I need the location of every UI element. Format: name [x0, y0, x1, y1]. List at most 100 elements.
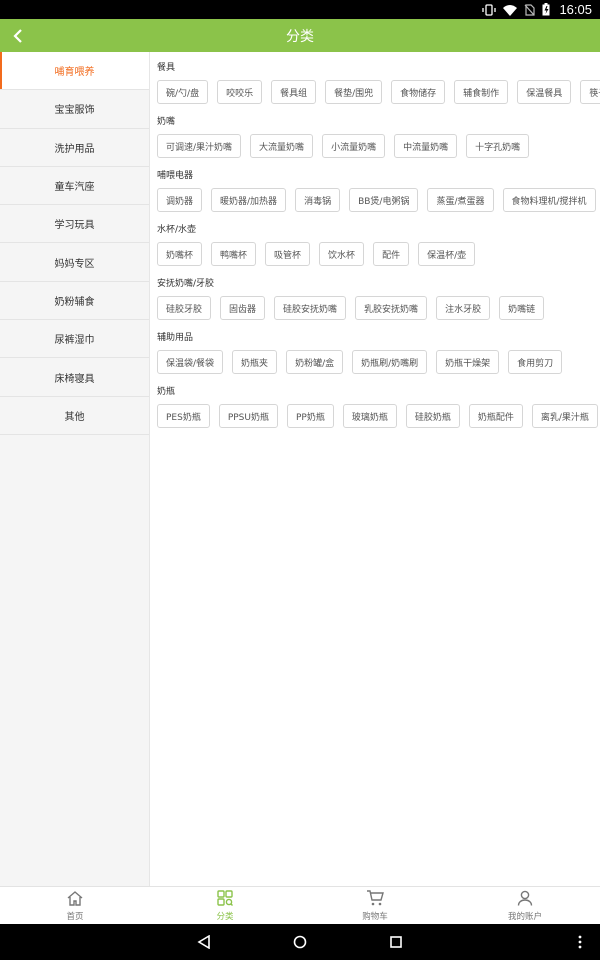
subcategory-chip[interactable]: 奶嘴杯	[157, 242, 203, 266]
subcategory-chip[interactable]: 奶瓶夹	[232, 350, 278, 374]
vibrate-icon	[482, 3, 497, 16]
subcategory-chip[interactable]: PPSU奶瓶	[218, 404, 278, 428]
subcategory-chip[interactable]: 保温杯/壶	[418, 242, 476, 266]
subcategory-chip[interactable]: 保温餐具	[517, 80, 572, 104]
nav-label: 我的账户	[507, 911, 542, 922]
circle-home-icon	[293, 935, 307, 949]
recents-nav-button[interactable]	[384, 924, 408, 960]
subcategory-chip[interactable]: 小流量奶嘴	[322, 134, 386, 158]
subcategory-chip[interactable]: 硅胶奶瓶	[405, 404, 460, 428]
group-title: 奶瓶	[157, 387, 176, 397]
subcategory-chip[interactable]: 筷子	[580, 80, 600, 104]
group-title: 哺喂电器	[157, 171, 194, 181]
chip-row: PES奶瓶 PPSU奶瓶 PP奶瓶 玻璃奶瓶 硅胶奶瓶 奶瓶配件 离乳/果汁瓶	[157, 404, 600, 428]
nav-item-account[interactable]: 我的账户	[450, 887, 600, 924]
battery-icon	[542, 3, 550, 16]
square-recents-icon	[390, 936, 402, 948]
subcategory-chip[interactable]: 蒸蛋/煮蛋器	[427, 188, 494, 212]
nav-item-cart[interactable]: 购物车	[300, 887, 450, 924]
subcategory-chip[interactable]: 配件	[373, 242, 410, 266]
subcategory-chip[interactable]: 咬咬乐	[217, 80, 263, 104]
subcategory-chip[interactable]: PP奶瓶	[286, 404, 334, 428]
system-navigation-bar	[0, 924, 600, 960]
triangle-back-icon	[197, 935, 210, 949]
subcategory-chip[interactable]: 离乳/果汁瓶	[531, 404, 598, 428]
subcategory-chip[interactable]: 大流量奶嘴	[250, 134, 314, 158]
status-time: 16:05	[559, 2, 592, 17]
sidebar-item[interactable]: 洗护用品	[0, 129, 149, 167]
account-icon	[517, 890, 533, 910]
home-icon	[66, 890, 84, 910]
subcategory-chip[interactable]: 辅食制作	[454, 80, 509, 104]
app-bar: 分类	[0, 19, 600, 52]
category-icon	[217, 889, 233, 910]
subcategory-chip[interactable]: 硅胶安抚奶嘴	[274, 296, 347, 320]
nav-label: 购物车	[362, 911, 388, 922]
subcategory-chip[interactable]: 调奶器	[157, 188, 203, 212]
page-title: 分类	[286, 28, 314, 45]
overflow-menu-button[interactable]	[570, 924, 590, 960]
subcategory-chip[interactable]: 硅胶牙胶	[157, 296, 212, 320]
chip-row: 可调速/果汁奶嘴 大流量奶嘴 小流量奶嘴 中流量奶嘴 十字孔奶嘴	[157, 134, 600, 158]
sidebar-item[interactable]: 宝宝服饰	[0, 90, 149, 129]
chip-row: 保温袋/餐袋 奶瓶夹 奶粉罐/盒 奶瓶刷/奶嘴刷 奶瓶干燥架 食用剪刀	[157, 350, 600, 374]
subcategory-chip[interactable]: 乳胶安抚奶嘴	[355, 296, 428, 320]
subcategory-chip[interactable]: 餐垫/围兜	[325, 80, 383, 104]
chevron-left-icon	[13, 28, 22, 43]
back-nav-button[interactable]	[192, 924, 216, 960]
no-sim-icon	[524, 3, 536, 16]
chip-row: 调奶器 暖奶器/加热器 消毒锅 BB煲/电粥锅 蒸蛋/煮蛋器 食物料理机/搅拌机	[157, 188, 600, 212]
subcategory-chip[interactable]: 注水牙胶	[436, 296, 491, 320]
subcategory-chip[interactable]: BB煲/电粥锅	[349, 188, 419, 212]
subcategory-chip[interactable]: 碗/勺/盘	[157, 80, 209, 104]
sidebar-item[interactable]: 哺育喂养	[0, 52, 149, 91]
subcategory-chip[interactable]: 食物料理机/搅拌机	[502, 188, 596, 212]
group-title: 安抚奶嘴/牙胶	[157, 279, 215, 289]
sidebar-item[interactable]: 床椅寝具	[0, 358, 149, 397]
group-title: 奶嘴	[157, 117, 176, 127]
nav-item-category[interactable]: 分类	[150, 887, 300, 924]
group-title: 餐具	[157, 63, 176, 73]
subcategory-chip[interactable]: 餐具组	[271, 80, 317, 104]
bottom-nav: 首页 分类 购物车 我的账户	[0, 886, 600, 924]
chip-row: 奶嘴杯 鸭嘴杯 吸管杯 饮水杯 配件 保温杯/壶	[157, 242, 600, 266]
group-title: 水杯/水壶	[157, 225, 197, 235]
subcategory-chip[interactable]: 奶瓶干燥架	[436, 350, 500, 374]
subcategory-chip[interactable]: 消毒锅	[295, 188, 341, 212]
more-vertical-icon	[578, 935, 582, 949]
subcategory-chip[interactable]: 固齿器	[220, 296, 266, 320]
subcategory-chip[interactable]: 食用剪刀	[508, 350, 563, 374]
subcategory-panel: 餐具碗/勺/盘咬咬乐餐具组餐垫/围兜食物储存辅食制作保温餐具筷子奶嘴可调速/果汁…	[152, 52, 600, 886]
sidebar-item[interactable]: 妈妈专区	[0, 243, 149, 282]
subcategory-chip[interactable]: 十字孔奶嘴	[466, 134, 530, 158]
subcategory-chip[interactable]: 保温袋/餐袋	[157, 350, 224, 374]
sidebar-item[interactable]: 其他	[0, 397, 149, 435]
sidebar-item[interactable]: 学习玩具	[0, 205, 149, 244]
subcategory-chip[interactable]: 暖奶器/加热器	[211, 188, 287, 212]
subcategory-chip[interactable]: 可调速/果汁奶嘴	[157, 134, 242, 158]
home-nav-button[interactable]	[288, 924, 312, 960]
subcategory-chip[interactable]: PES奶瓶	[157, 404, 210, 428]
subcategory-chip[interactable]: 食物储存	[391, 80, 446, 104]
chip-row: 碗/勺/盘咬咬乐餐具组餐垫/围兜食物储存辅食制作保温餐具筷子	[157, 80, 600, 104]
subcategory-chip[interactable]: 吸管杯	[265, 242, 311, 266]
nav-label: 首页	[66, 911, 84, 922]
back-button[interactable]	[6, 19, 30, 52]
subcategory-chip[interactable]: 玻璃奶瓶	[342, 404, 397, 428]
subcategory-chip[interactable]: 奶粉罐/盒	[286, 350, 344, 374]
sidebar-item[interactable]: 尿裤湿巾	[0, 320, 149, 359]
nav-item-home[interactable]: 首页	[0, 887, 150, 924]
cart-icon	[366, 889, 384, 910]
subcategory-chip[interactable]: 奶瓶配件	[468, 404, 523, 428]
sidebar-item[interactable]: 奶粉辅食	[0, 282, 149, 321]
subcategory-chip[interactable]: 鸭嘴杯	[211, 242, 257, 266]
subcategory-chip[interactable]: 奶嘴链	[499, 296, 545, 320]
chip-row: 硅胶牙胶 固齿器 硅胶安抚奶嘴 乳胶安抚奶嘴 注水牙胶 奶嘴链	[157, 296, 600, 320]
subcategory-chip[interactable]: 奶瓶刷/奶嘴刷	[352, 350, 428, 374]
status-bar: 16:05	[0, 0, 600, 19]
subcategory-chip[interactable]: 中流量奶嘴	[394, 134, 458, 158]
subcategory-chip[interactable]: 饮水杯	[319, 242, 365, 266]
group-title: 辅助用品	[157, 333, 194, 343]
wifi-icon	[503, 4, 518, 16]
sidebar-item[interactable]: 童车汽座	[0, 167, 149, 206]
